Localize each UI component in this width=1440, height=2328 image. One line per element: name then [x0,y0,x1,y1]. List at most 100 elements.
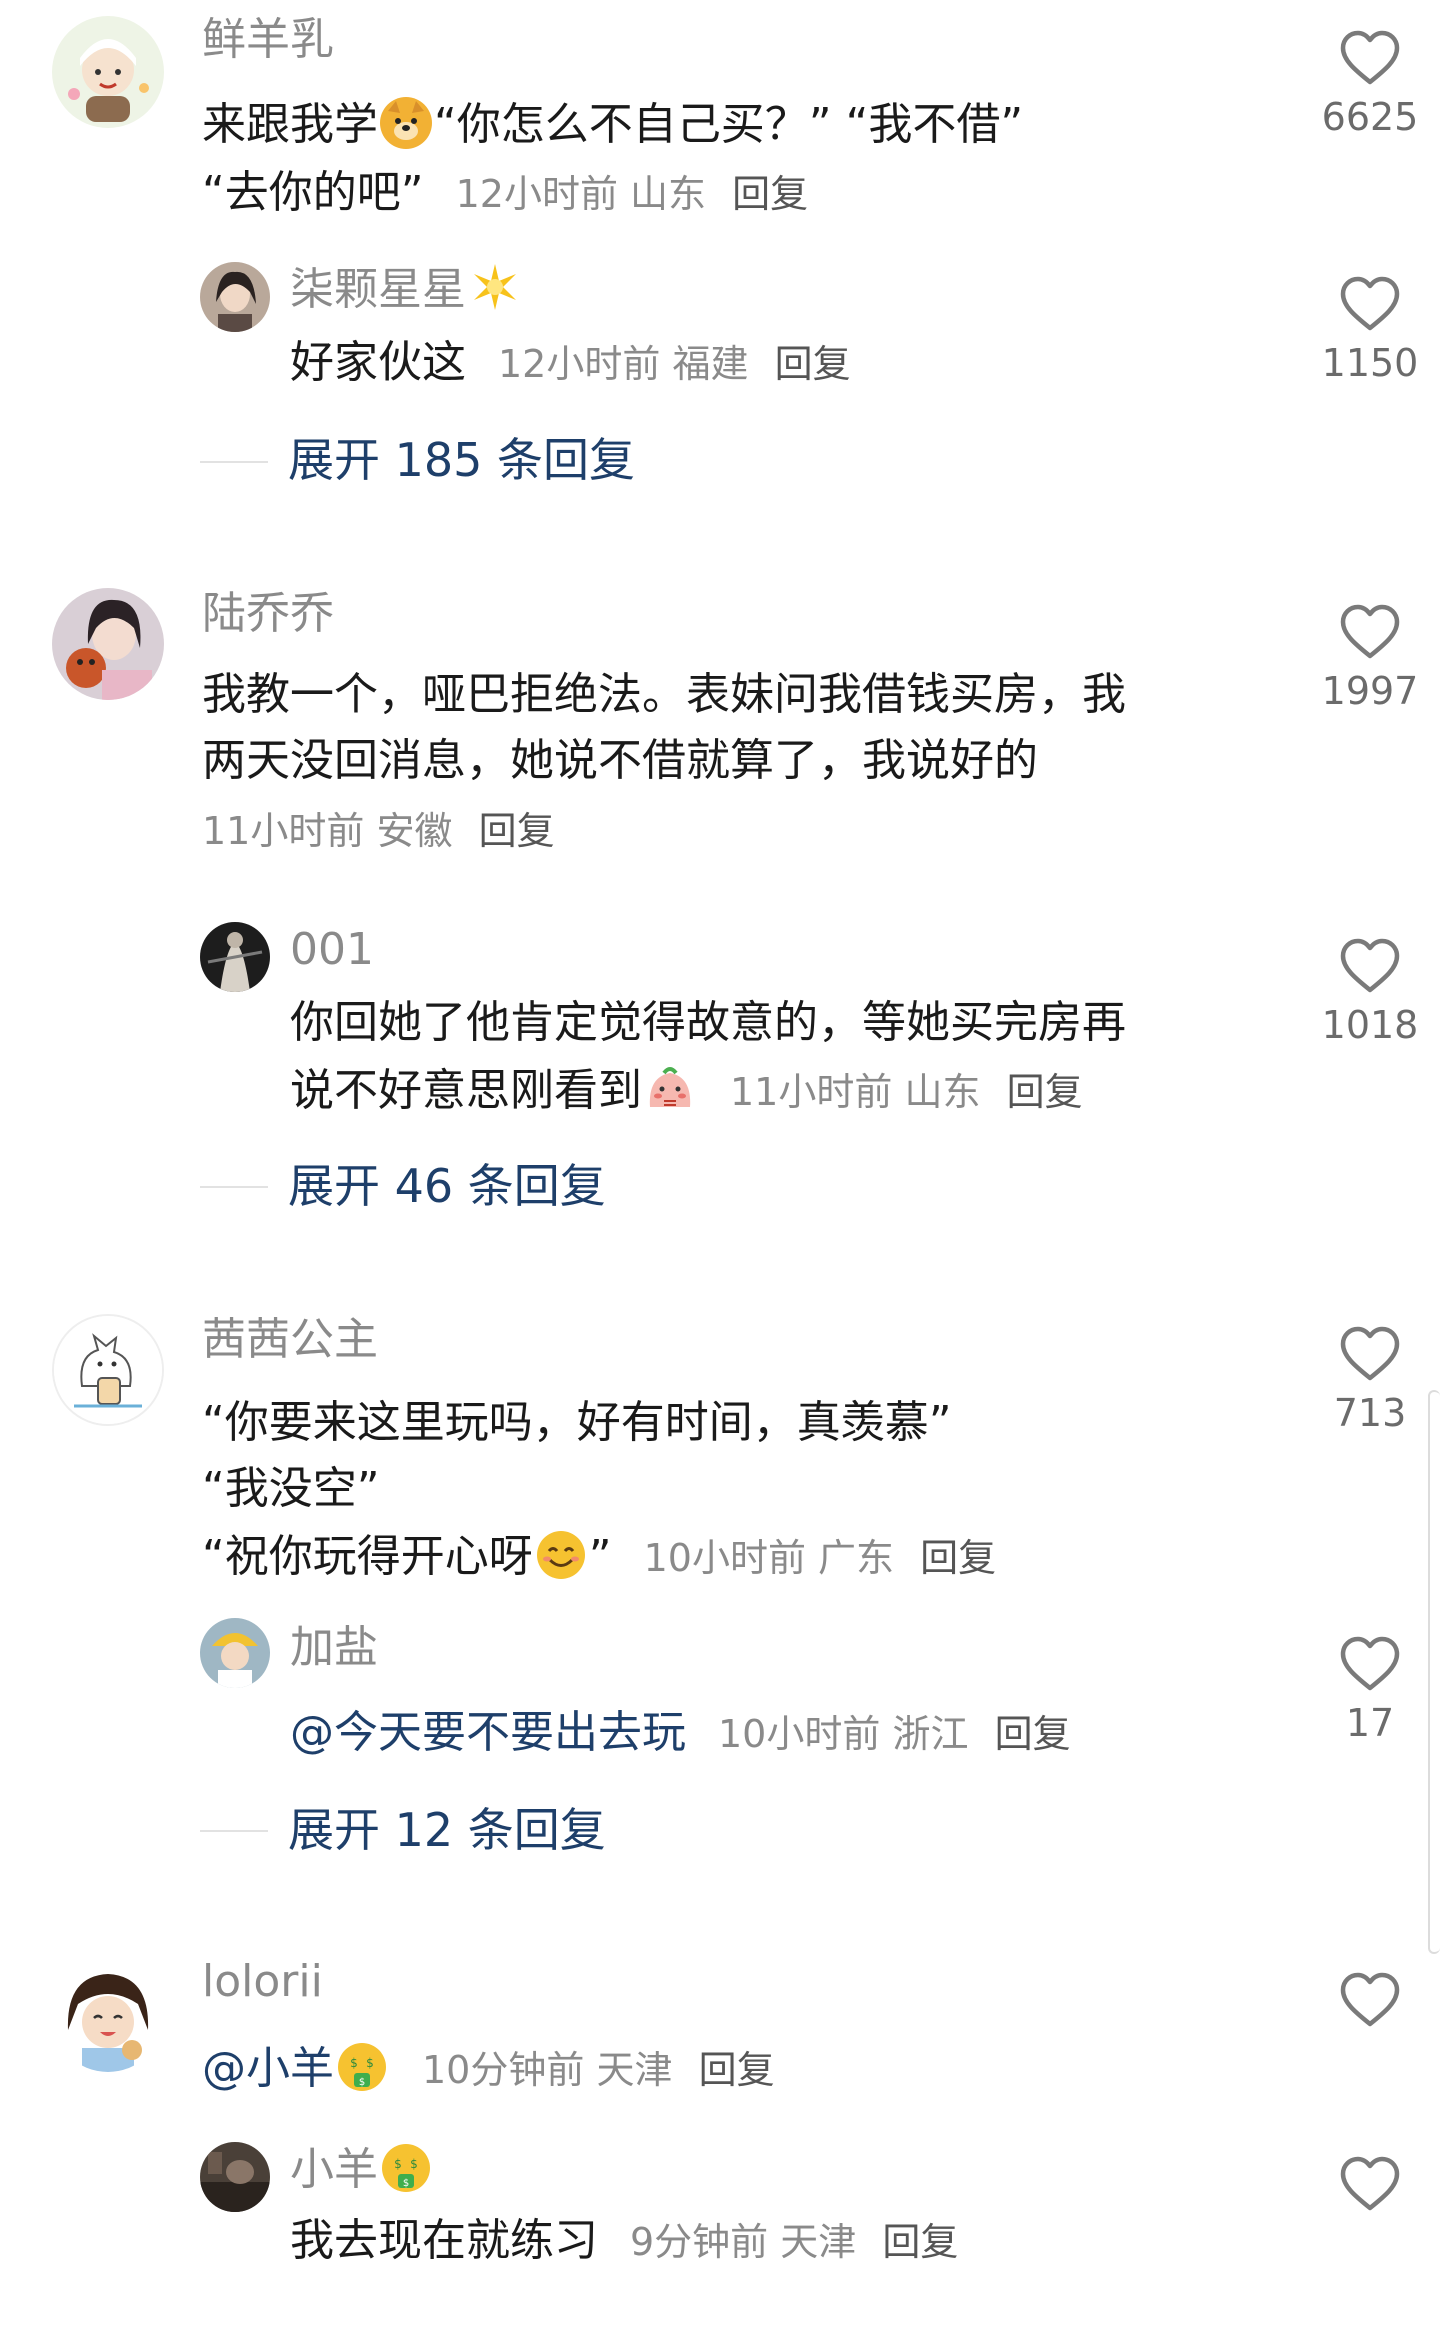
like-button[interactable] [1300,2156,1440,2220]
svg-text:$: $ [394,2157,402,2171]
username[interactable]: lolorii [202,1956,323,2008]
expand-replies-button[interactable]: 展开 12 条回复 [288,1802,606,1858]
location: 广东 [818,1536,895,1580]
reply-button[interactable]: 回复 [732,172,808,216]
mention-link[interactable]: @小羊 [202,2043,334,2094]
avatar[interactable] [200,1618,270,1688]
timestamp: 12小时前 [455,172,618,216]
avatar[interactable] [200,922,270,992]
svg-text:$: $ [410,2157,418,2171]
comment-meta: 10小时前 浙江 回复 [718,1712,1071,1756]
heart-icon [1340,1972,1400,2027]
reply-text: 好家伙这 12小时前 福建 回复 [290,337,851,388]
avatar[interactable] [200,2142,270,2212]
username[interactable]: 加盐 [290,1622,378,1674]
reply-button[interactable]: 回复 [479,809,555,853]
heart-icon [1340,604,1400,659]
like-button[interactable]: 6625 [1300,30,1440,140]
like-count: 1150 [1321,341,1419,385]
heart-icon [1340,938,1400,993]
comment-meta: 9分钟前 天津 回复 [630,2220,958,2264]
svg-text:$: $ [350,2056,358,2070]
comment-meta-row: 11小时前 安徽 回复 [202,806,555,856]
username[interactable]: 小羊 $ $ $ [290,2142,434,2196]
reply-button[interactable]: 回复 [1007,1070,1083,1114]
expand-replies-button[interactable]: 展开 185 条回复 [288,432,635,488]
location: 安徽 [376,809,453,853]
reply-button[interactable]: 回复 [775,342,851,386]
location: 福建 [672,342,749,386]
scrollbar[interactable] [1428,1390,1440,1954]
avatar[interactable] [52,16,164,128]
comment-meta: 10小时前 广东 回复 [644,1536,997,1580]
reply-button[interactable]: 回复 [699,2048,775,2092]
money-mouth-face-icon: $ $ $ [336,2041,388,2093]
like-count: 1018 [1321,1003,1419,1047]
comment-text-line: “去你的吧” 12小时前 山东 回复 [202,167,809,218]
comment-text: 来跟我学 “你怎么不自己买？” “我不借” [202,97,1024,150]
comment-meta: 11小时前 安徽 回复 [202,809,555,853]
comment-text: 我教一个，哑巴拒绝法。表妹问我借钱买房，我 [202,669,1126,720]
money-mouth-face-icon: $ $ $ [380,2142,432,2194]
like-count: 17 [1345,1701,1395,1745]
heart-icon [1340,30,1400,85]
svg-text:$: $ [403,2178,409,2189]
smiling-face-icon [535,1529,587,1581]
svg-text:$: $ [366,2056,374,2070]
like-count: 713 [1333,1391,1407,1435]
like-button[interactable]: 713 [1300,1326,1440,1436]
comment-text: “你要来这里玩吗，好有时间，真羡慕” [202,1397,952,1448]
timestamp: 10小时前 [718,1712,881,1756]
username[interactable]: 茜茜公主 [202,1314,378,1366]
username[interactable]: 柒颗星星 [290,262,520,324]
heart-icon [1340,1326,1400,1381]
username[interactable]: 陆乔乔 [202,588,334,640]
avatar[interactable] [52,588,164,700]
like-button[interactable] [1300,1972,1440,2036]
avatar[interactable] [52,1314,164,1426]
reply-text: 你回她了他肯定觉得故意的，等她买完房再 [290,997,1126,1048]
doge-face-icon [380,97,432,149]
like-button[interactable]: 1018 [1300,938,1440,1048]
timestamp: 10分钟前 [422,2048,585,2092]
comment-meta: 12小时前 福建 回复 [498,342,851,386]
like-button[interactable]: 1997 [1300,604,1440,714]
comment-text-line: 两天没回消息，她说不借就算了，我说好的 [202,735,1038,786]
timestamp: 12小时前 [498,342,661,386]
location: 天津 [596,2048,673,2092]
avatar[interactable] [200,262,270,332]
like-count: 6625 [1321,95,1419,139]
reply-text: @今天要不要出去玩 10小时前 浙江 回复 [290,1700,1071,1767]
avatar[interactable] [52,1960,164,2072]
mention-link[interactable]: @今天要不要出去玩 [290,1707,686,1758]
timestamp: 9分钟前 [630,2220,769,2264]
comment-text-line: “我没空” [202,1463,380,1514]
comment-meta: 10分钟前 天津 回复 [422,2048,775,2092]
svg-text:$: $ [359,2077,365,2088]
expand-replies-button[interactable]: 展开 46 条回复 [288,1158,606,1214]
username[interactable]: 001 [290,924,374,976]
comment-meta: 11小时前 山东 回复 [730,1070,1083,1114]
location: 天津 [780,2220,857,2264]
timestamp: 11小时前 [730,1070,893,1114]
heart-icon [1340,1636,1400,1691]
reply-text-line: 说不好意思刚看到 11小时前 山东 回复 [290,1063,1083,1116]
reply-text: 我去现在就练习 9分钟前 天津 回复 [290,2215,959,2266]
comment-text: @小羊 $ $ $ 10分钟前 天津 回复 [202,2036,775,2103]
like-button[interactable]: 17 [1300,1636,1440,1746]
location: 浙江 [892,1712,969,1756]
heart-icon [1340,2156,1400,2211]
location: 山东 [630,172,707,216]
reply-button[interactable]: 回复 [882,2220,958,2264]
reply-button[interactable]: 回复 [920,1536,996,1580]
reply-button[interactable]: 回复 [995,1712,1071,1756]
comment-meta: 12小时前 山东 回复 [456,172,809,216]
like-count: 1997 [1321,669,1419,713]
timestamp: 10小时前 [643,1536,806,1580]
username[interactable]: 鲜羊乳 [202,14,334,66]
divider [200,1186,268,1188]
like-button[interactable]: 1150 [1300,276,1440,386]
heart-icon [1340,276,1400,331]
blushing-bun-icon [644,1063,696,1115]
timestamp: 11小时前 [202,809,365,853]
